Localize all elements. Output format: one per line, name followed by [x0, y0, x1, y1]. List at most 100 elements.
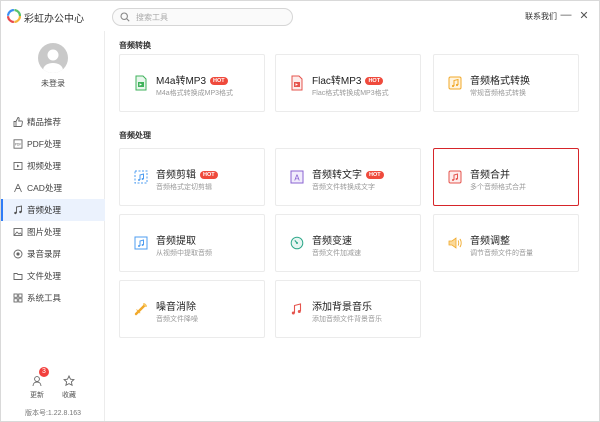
card-title: 添加背景音乐 — [312, 302, 372, 313]
hot-badge: HOT — [366, 171, 384, 179]
update-badge: 3 — [39, 367, 49, 377]
card-title: 音频提取 — [156, 236, 196, 247]
card-desc: M4a格式转换成MP3格式 — [156, 90, 234, 97]
version-label: 版本号:1.22.8.163 — [24, 410, 82, 417]
image-icon — [13, 227, 23, 237]
pdf-icon: PDF — [13, 139, 23, 149]
thumbs-up-icon — [13, 117, 23, 127]
card-audio-merge[interactable]: 音频合并 多个音频格式合并 — [433, 148, 579, 206]
bottom-tools: 3 更新 收藏 — [1, 367, 105, 405]
card-title: 音频剪辑 HOT — [156, 166, 218, 181]
hot-badge: HOT — [200, 171, 218, 179]
hot-badge: HOT — [210, 77, 228, 85]
card-desc: 多个音频格式合并 — [470, 184, 526, 191]
card-desc: 音频格式定切剪辑 — [156, 184, 212, 191]
avatar[interactable] — [38, 43, 68, 73]
card-title: 音频变速 — [312, 236, 352, 247]
sidebar-item-label: CAD处理 — [27, 183, 62, 193]
svg-text:A: A — [294, 174, 300, 183]
sidebar-item-label: 图片处理 — [27, 227, 62, 237]
card-desc: 常规音频格式转换 — [470, 90, 526, 97]
search-input[interactable] — [136, 12, 286, 22]
speed-gauge-icon — [289, 235, 305, 251]
tools-icon — [13, 293, 23, 303]
sidebar-item-label: 音频处理 — [27, 205, 62, 215]
sidebar-item-label: 系统工具 — [27, 293, 62, 303]
card-audio-extract[interactable]: 音频提取 从视频中提取音频 — [119, 214, 265, 272]
card-title: 音频合并 — [470, 170, 510, 181]
main-content: 音频转换 M4a转MP3 HOT M4a格式转换成MP3格式 Flac转MP3 HO… — [105, 31, 599, 421]
card-desc: Flac格式转换成MP3格式 — [312, 90, 389, 97]
search-box[interactable] — [112, 8, 293, 26]
close-button[interactable]: ✕ — [578, 9, 590, 22]
card-m4a-to-mp3[interactable]: M4a转MP3 HOT M4a格式转换成MP3格式 — [119, 54, 265, 112]
card-title: 音频转文字 HOT — [312, 166, 384, 181]
card-desc: 音频文件降噪 — [156, 316, 198, 323]
folder-icon — [13, 271, 23, 281]
app-title: 彩虹办公中心 — [24, 14, 84, 25]
contact-us-link[interactable]: 联系我们 — [525, 11, 557, 22]
sidebar-item-video[interactable]: 视频处理 — [1, 155, 105, 177]
card-desc: 音频文件加减速 — [312, 250, 361, 257]
search-icon — [120, 12, 131, 23]
sidebar-item-pdf[interactable]: PDF PDF处理 — [1, 133, 105, 155]
m4a-convert-icon — [133, 75, 149, 91]
card-title: M4a转MP3 HOT — [156, 72, 228, 87]
volume-icon — [447, 235, 463, 251]
card-audio-speed[interactable]: 音频变速 音频文件加减速 — [275, 214, 421, 272]
card-flac-to-mp3[interactable]: Flac转MP3 HOT Flac格式转换成MP3格式 — [275, 54, 421, 112]
sidebar-item-cad[interactable]: CAD处理 — [1, 177, 105, 199]
minimize-button[interactable]: — — [560, 9, 572, 21]
audio-to-text-icon: A — [289, 169, 305, 185]
app-window: 彩虹办公中心 联系我们 — ✕ 未登录 精品推荐 PDF PDF处理 — [0, 0, 600, 422]
sidebar-item-label: PDF处理 — [27, 139, 62, 149]
noise-removal-icon — [133, 301, 149, 317]
sidebar-nav: 精品推荐 PDF PDF处理 视频处理 CAD处理 音频处理 图片处理 录音录屏… — [1, 111, 105, 309]
sidebar-item-label: 精品推荐 — [27, 117, 62, 127]
update-label: 更新 — [30, 392, 44, 399]
sidebar-item-audio[interactable]: 音频处理 — [1, 199, 105, 221]
hot-badge: HOT — [365, 77, 384, 85]
card-noise-removal[interactable]: 噪音消除 音频文件降噪 — [119, 280, 265, 338]
svg-text:PDF: PDF — [15, 143, 22, 147]
update-icon — [31, 375, 43, 387]
card-desc: 音频文件转换成文字 — [312, 184, 375, 191]
sidebar-item-system[interactable]: 系统工具 — [1, 287, 105, 309]
rainbow-logo-icon — [7, 9, 21, 23]
card-title: 音频格式转换 — [470, 76, 530, 87]
add-music-icon — [289, 301, 305, 317]
cad-icon — [13, 183, 23, 193]
sidebar-item-label: 文件处理 — [27, 271, 62, 281]
card-audio-to-text[interactable]: A 音频转文字 HOT 音频文件转换成文字 — [275, 148, 421, 206]
card-desc: 从视频中提取音频 — [156, 250, 212, 257]
sidebar: 未登录 精品推荐 PDF PDF处理 视频处理 CAD处理 音频处理 图片处理 … — [1, 31, 105, 421]
card-audio-clip[interactable]: 音频剪辑 HOT 音频格式定切剪辑 — [119, 148, 265, 206]
title-bar: 彩虹办公中心 联系我们 — ✕ — [1, 1, 599, 31]
sidebar-item-image[interactable]: 图片处理 — [1, 221, 105, 243]
audio-extract-icon — [133, 235, 149, 251]
section-title-process: 音频处理 — [119, 131, 151, 140]
flac-convert-icon — [289, 75, 305, 91]
card-desc: 添加音频文件背景音乐 — [312, 316, 382, 323]
audio-clip-icon — [133, 169, 149, 185]
section-title-convert: 音频转换 — [119, 41, 151, 50]
sidebar-item-record[interactable]: 录音录屏 — [1, 243, 105, 265]
favorite-label: 收藏 — [62, 392, 76, 399]
card-audio-adjust[interactable]: 音频调整 调节音频文件的音量 — [433, 214, 579, 272]
music-icon — [13, 205, 23, 215]
star-icon — [63, 375, 75, 387]
card-add-background-music[interactable]: 添加背景音乐 添加音频文件背景音乐 — [275, 280, 421, 338]
record-icon — [13, 249, 23, 259]
card-audio-format-convert[interactable]: 音频格式转换 常规音频格式转换 — [433, 54, 579, 112]
card-title: 音频调整 — [470, 236, 510, 247]
card-desc: 调节音频文件的音量 — [470, 250, 533, 257]
sidebar-item-label: 视频处理 — [27, 161, 62, 171]
favorite-button[interactable]: 收藏 — [55, 375, 83, 400]
login-link[interactable]: 未登录 — [1, 78, 105, 89]
card-title: 噪音消除 — [156, 302, 196, 313]
update-button[interactable]: 3 更新 — [23, 367, 51, 400]
video-icon — [13, 161, 23, 171]
sidebar-item-label: 录音录屏 — [27, 249, 62, 259]
sidebar-item-file[interactable]: 文件处理 — [1, 265, 105, 287]
sidebar-item-recommended[interactable]: 精品推荐 — [1, 111, 105, 133]
